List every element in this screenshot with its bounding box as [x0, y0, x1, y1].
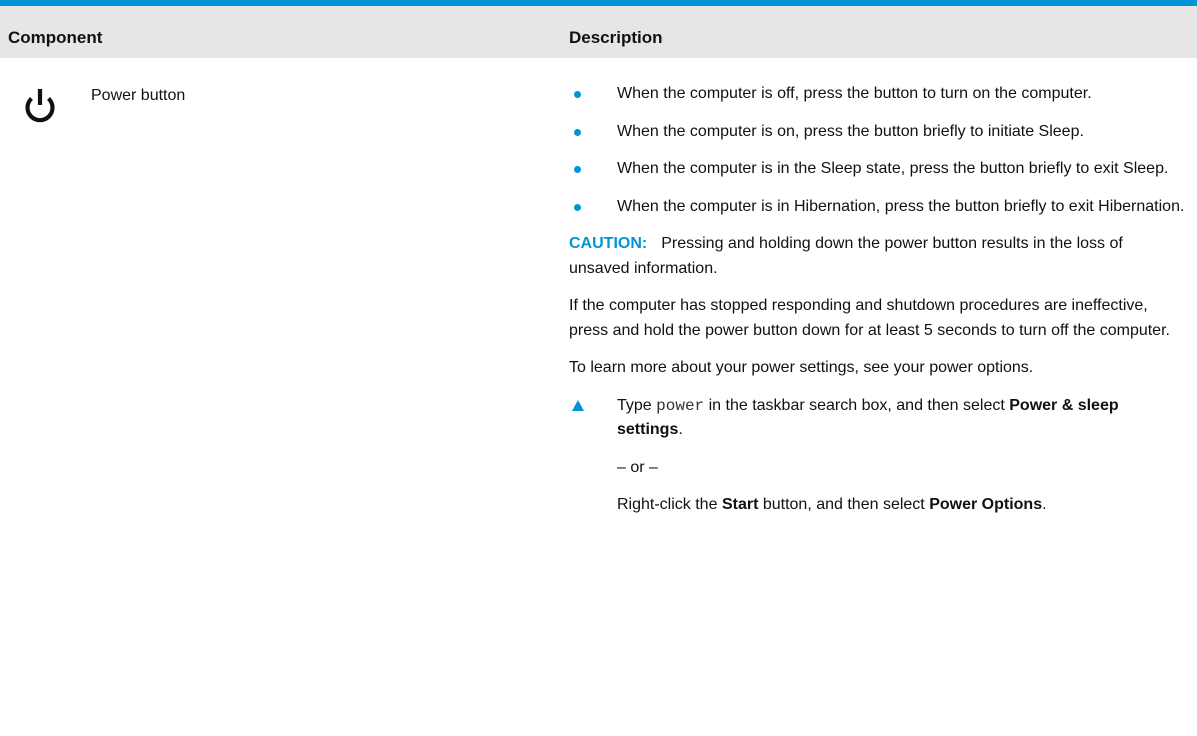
header-description: Description — [569, 28, 663, 47]
bullet-icon — [574, 91, 581, 98]
list-item: When the computer is on, press the butto… — [569, 120, 1187, 145]
learn-more-paragraph: To learn more about your power settings,… — [569, 359, 1034, 376]
power-icon — [25, 89, 55, 123]
or-separator: – or – — [617, 458, 658, 476]
header-component: Component — [8, 28, 103, 47]
start-label: Start — [721, 496, 759, 513]
power-options-label: Power Options — [929, 496, 1043, 513]
component-name: Power button — [91, 87, 186, 104]
list-item: When the computer is in Hibernation, pre… — [569, 195, 1187, 220]
bullet-icon — [574, 203, 581, 211]
unresponsive-paragraph: If the computer has stopped responding a… — [569, 297, 1170, 339]
description-cell: When the computer is off, press the butt… — [569, 82, 1187, 531]
table-header: Component Description — [0, 6, 1197, 58]
bullet-icon — [574, 166, 581, 173]
bullet-icon — [574, 128, 581, 136]
caution-note: CAUTION: Pressing and holding down the po… — [569, 232, 1187, 281]
caution-label: CAUTION: — [569, 235, 648, 252]
step-item: Type power in the taskbar search box, an… — [569, 394, 1187, 443]
list-item: When the computer is off, press the butt… — [569, 82, 1187, 107]
list-item: When the computer is in the Sleep state,… — [569, 157, 1187, 182]
code-power: power — [656, 396, 705, 415]
caution-text: Pressing and holding down the power butt… — [569, 235, 1123, 277]
triangle-step-icon — [572, 399, 584, 411]
alt-step: Right-click the Start button, and then s… — [617, 496, 1047, 513]
